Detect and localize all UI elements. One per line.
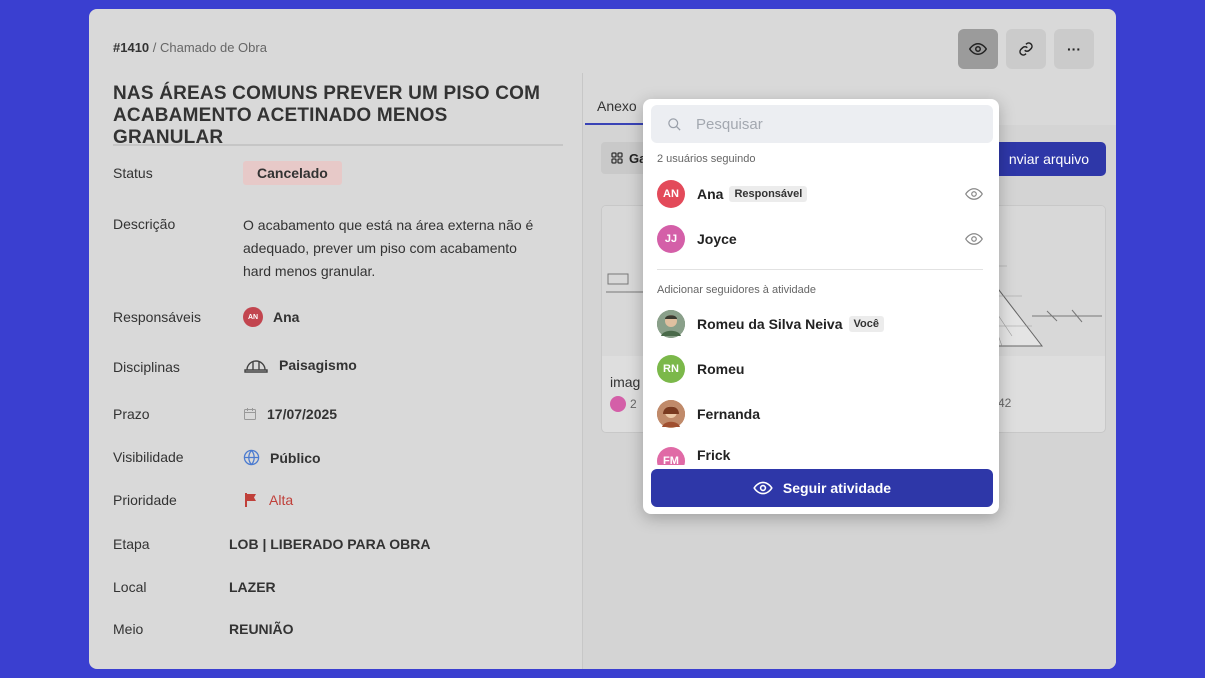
eye-icon xyxy=(969,42,987,56)
stage-value[interactable]: LOB | LIBERADO PARA OBRA xyxy=(229,536,430,552)
avatar: RN xyxy=(657,355,685,383)
top-actions: ··· xyxy=(958,29,1094,69)
user-photo-icon xyxy=(657,310,685,338)
stage-label: Etapa xyxy=(113,536,150,552)
breadcrumb: #1410 / Chamado de Obra xyxy=(113,40,267,55)
copy-link-button[interactable] xyxy=(1006,29,1046,69)
avatar: AN xyxy=(243,307,263,327)
location-value[interactable]: LAZER xyxy=(229,579,276,595)
attachment-meta-right: 42 xyxy=(998,396,1012,410)
avatar: AN xyxy=(657,180,685,208)
page-title: NAS ÁREAS COMUNS PREVER UM PISO COM ACAB… xyxy=(113,83,541,148)
link-icon xyxy=(1019,42,1033,56)
tab-attachments[interactable]: Anexo xyxy=(597,98,637,114)
follower-name: Ana xyxy=(697,186,724,202)
follower-row-ana[interactable]: AN Ana Responsável xyxy=(657,178,987,210)
user-photo-icon xyxy=(657,400,685,428)
follower-name: Joyce xyxy=(697,231,737,247)
avatar xyxy=(657,400,685,428)
medium-value[interactable]: REUNIÃO xyxy=(229,621,294,637)
candidate-row-romeu-neiva[interactable]: Romeu da Silva Neiva Você xyxy=(657,308,987,340)
attachment-meta: 2 xyxy=(610,396,637,412)
following-count-label: 2 usuários seguindo xyxy=(657,153,756,165)
title-divider xyxy=(113,144,563,146)
responsibles-label: Responsáveis xyxy=(113,309,201,325)
search-input[interactable] xyxy=(696,115,956,133)
description-value: O acabamento que está na área externa nã… xyxy=(243,214,543,283)
globe-icon xyxy=(243,449,260,466)
disciplines-value[interactable]: Paisagismo xyxy=(243,356,357,374)
priority-value[interactable]: Alta xyxy=(243,492,293,508)
follower-row-joyce[interactable]: JJ Joyce xyxy=(657,223,987,255)
deadline-label: Prazo xyxy=(113,406,150,422)
active-tab-indicator xyxy=(585,123,645,125)
you-tag: Você xyxy=(848,316,884,332)
unfollow-eye-icon[interactable] xyxy=(965,231,983,247)
eye-icon xyxy=(753,481,773,495)
candidate-name: Fernanda xyxy=(697,406,761,422)
priority-text: Alta xyxy=(269,492,294,508)
visibility-text: Público xyxy=(270,449,321,466)
follow-toggle-button[interactable] xyxy=(958,29,998,69)
avatar xyxy=(657,310,685,338)
status-badge[interactable]: Cancelado xyxy=(243,161,342,185)
discipline-name: Paisagismo xyxy=(279,357,357,373)
deadline-date: 17/07/2025 xyxy=(267,406,338,422)
uploader-avatar xyxy=(610,396,626,412)
candidate-name: Frick xyxy=(697,447,731,463)
responsible-name: Ana xyxy=(273,309,300,325)
status-label: Status xyxy=(113,165,153,181)
description-label: Descrição xyxy=(113,216,176,232)
responsible-tag: Responsável xyxy=(729,186,808,202)
avatar: FM xyxy=(657,447,685,465)
priority-label: Prioridade xyxy=(113,492,177,508)
followers-popup: 2 usuários seguindo AN Ana Responsável J… xyxy=(643,99,999,514)
hard-hat-icon xyxy=(244,360,268,373)
search-icon xyxy=(668,117,681,131)
candidate-row-romeu[interactable]: RN Romeu xyxy=(657,353,987,385)
search-box[interactable] xyxy=(651,105,993,143)
candidate-row-frick[interactable]: FM Frick xyxy=(657,443,987,465)
flag-icon xyxy=(245,493,256,507)
medium-label: Meio xyxy=(113,621,144,637)
candidate-name: Romeu xyxy=(697,361,745,377)
follow-activity-button[interactable]: Seguir atividade xyxy=(651,469,993,507)
follow-activity-label: Seguir atividade xyxy=(782,480,892,496)
attachment-meta-left: 2 xyxy=(630,397,637,411)
responsibles-value[interactable]: AN Ana xyxy=(243,307,299,327)
candidate-name: Romeu da Silva Neiva xyxy=(697,316,843,332)
calendar-icon xyxy=(244,408,256,420)
section-divider xyxy=(657,269,983,270)
disciplines-label: Disciplinas xyxy=(113,359,180,375)
visibility-value[interactable]: Público xyxy=(243,449,321,466)
breadcrumb-type: / Chamado de Obra xyxy=(149,40,267,55)
more-icon: ··· xyxy=(1067,41,1081,57)
ticket-number: #1410 xyxy=(113,40,150,55)
grid-icon xyxy=(611,152,623,164)
description-text[interactable]: O acabamento que está na área externa nã… xyxy=(243,214,543,283)
deadline-value[interactable]: 17/07/2025 xyxy=(243,406,337,422)
visibility-label: Visibilidade xyxy=(113,449,184,465)
location-label: Local xyxy=(113,579,147,595)
candidate-row-fernanda[interactable]: Fernanda xyxy=(657,398,987,430)
more-options-button[interactable]: ··· xyxy=(1054,29,1094,69)
unfollow-eye-icon[interactable] xyxy=(965,186,983,202)
avatar: JJ xyxy=(657,225,685,253)
status-value: Cancelado xyxy=(243,161,342,185)
attachment-name: imag xyxy=(610,374,641,390)
add-followers-label: Adicionar seguidores à atividade xyxy=(657,284,816,296)
